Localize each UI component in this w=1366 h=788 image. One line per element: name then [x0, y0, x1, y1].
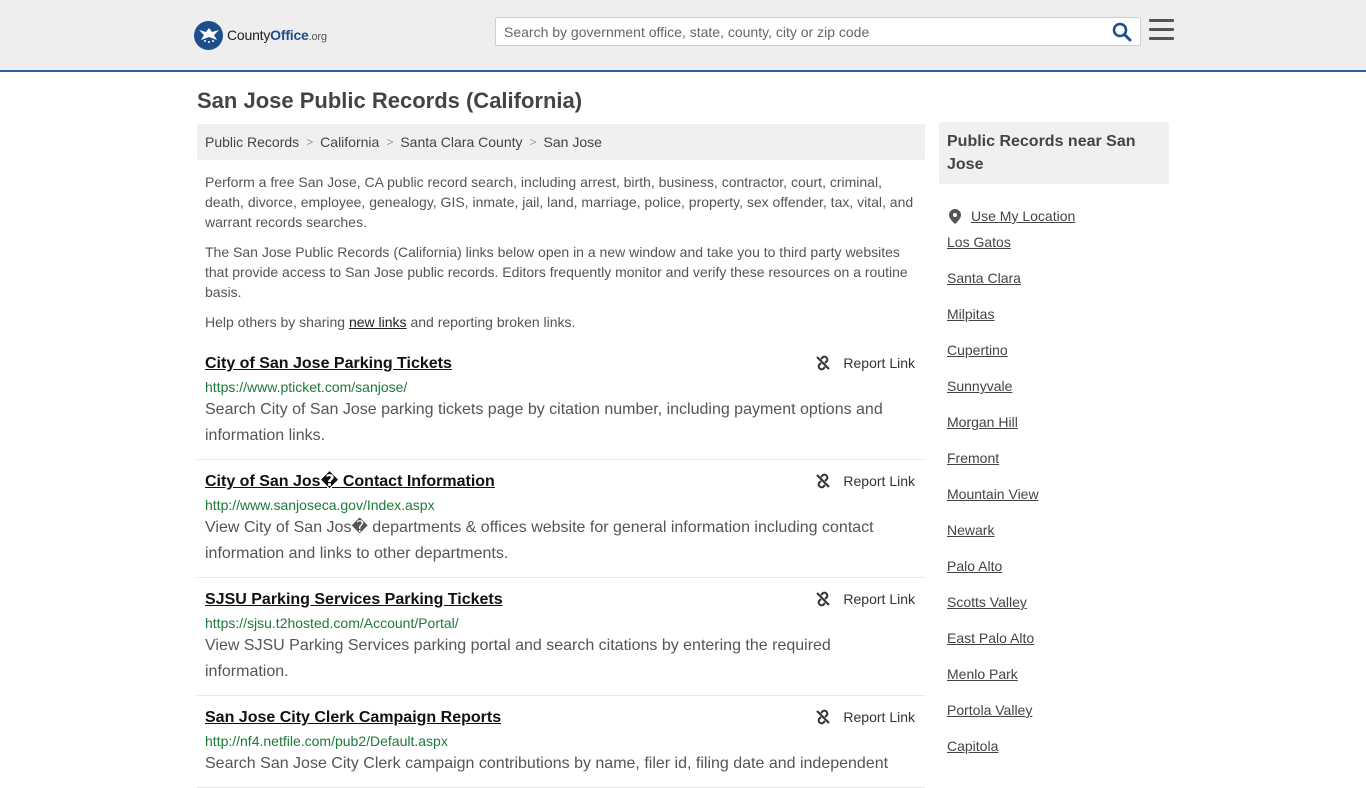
list-item: Sunnyvale — [947, 378, 1169, 414]
search-box — [495, 17, 1141, 46]
list-item: Cupertino — [947, 342, 1169, 378]
result-item: SJSU Parking Services Parking Tickets Re… — [197, 578, 925, 696]
result-description: View City of San Jos� departments & offi… — [205, 519, 874, 562]
report-link-button[interactable]: Report Link — [815, 709, 915, 725]
nearby-place-link[interactable]: Sunnyvale — [947, 378, 1012, 394]
result-title-link[interactable]: SJSU Parking Services Parking Tickets — [205, 590, 503, 610]
nearby-place-link[interactable]: Cupertino — [947, 342, 1008, 358]
result-url[interactable]: http://nf4.netfile.com/pub2/Default.aspx — [205, 733, 917, 749]
list-item: Mountain View — [947, 486, 1169, 522]
intro-text: Perform a free San Jose, CA public recor… — [197, 160, 925, 332]
nearby-place-link[interactable]: Scotts Valley — [947, 594, 1027, 610]
broken-link-icon — [816, 709, 831, 725]
list-item: Newark — [947, 522, 1169, 558]
list-item: Milpitas — [947, 306, 1169, 342]
list-item: Los Gatos — [947, 234, 1169, 270]
report-link-button[interactable]: Report Link — [815, 355, 915, 371]
result-item: San Jose City Clerk Campaign Reports Rep… — [197, 696, 925, 788]
list-item: Menlo Park — [947, 666, 1169, 702]
main-content: Public Records > California > Santa Clar… — [197, 124, 925, 788]
breadcrumb-separator: > — [386, 135, 394, 149]
use-my-location-item: Use My Location — [947, 198, 1169, 234]
search-icon[interactable] — [1112, 22, 1134, 42]
nearby-place-link[interactable]: Palo Alto — [947, 558, 1002, 574]
result-item: City of San Jose Parking Tickets Report … — [197, 342, 925, 460]
nearby-place-link[interactable]: Capitola — [947, 738, 998, 754]
new-links-link[interactable]: new links — [349, 314, 407, 330]
breadcrumb-california[interactable]: California — [320, 134, 379, 150]
sidebar: Public Records near San Jose Use My Loca… — [939, 122, 1169, 774]
nearby-place-link[interactable]: Mountain View — [947, 486, 1039, 502]
list-item: Santa Clara — [947, 270, 1169, 306]
hamburger-menu-icon[interactable] — [1149, 19, 1175, 43]
intro-paragraph-2: The San Jose Public Records (California)… — [205, 244, 908, 300]
nearby-place-link[interactable]: Morgan Hill — [947, 414, 1018, 430]
search-input[interactable] — [496, 18, 1106, 45]
result-title-link[interactable]: San Jose City Clerk Campaign Reports — [205, 708, 501, 728]
report-link-button[interactable]: Report Link — [815, 591, 915, 607]
nearby-place-link[interactable]: Santa Clara — [947, 270, 1021, 286]
list-item: East Palo Alto — [947, 630, 1169, 666]
top-bar: CountyOffice.org — [0, 0, 1366, 72]
result-url[interactable]: http://www.sanjoseca.gov/Index.aspx — [205, 497, 917, 513]
result-url[interactable]: https://sjsu.t2hosted.com/Account/Portal… — [205, 615, 917, 631]
logo-text: CountyOffice.org — [227, 27, 327, 43]
list-item: Scotts Valley — [947, 594, 1169, 630]
nearby-place-link[interactable]: Milpitas — [947, 306, 994, 322]
result-item: City of San Jos� Contact Information Rep… — [197, 460, 925, 578]
nearby-place-link[interactable]: Portola Valley — [947, 702, 1032, 718]
list-item: Morgan Hill — [947, 414, 1169, 450]
breadcrumb-san-jose[interactable]: San Jose — [544, 134, 602, 150]
nearby-place-link[interactable]: Fremont — [947, 450, 999, 466]
breadcrumb-separator: > — [306, 135, 314, 149]
nearby-place-link[interactable]: East Palo Alto — [947, 630, 1034, 646]
list-item: Fremont — [947, 450, 1169, 486]
map-pin-icon — [949, 208, 961, 224]
list-item: Portola Valley — [947, 702, 1169, 738]
page-title: San Jose Public Records (California) — [197, 88, 583, 113]
countyoffice-logo[interactable]: CountyOffice.org — [194, 20, 327, 50]
list-item: Palo Alto — [947, 558, 1169, 594]
broken-link-icon — [816, 355, 831, 371]
result-description: View SJSU Parking Services parking porta… — [205, 637, 831, 680]
nearby-place-link[interactable]: Newark — [947, 522, 994, 538]
intro-paragraph-3: Help others by sharing new links and rep… — [205, 314, 576, 330]
list-item: Capitola — [947, 738, 1169, 774]
result-title-link[interactable]: City of San Jose Parking Tickets — [205, 354, 452, 374]
result-url[interactable]: https://www.pticket.com/sanjose/ — [205, 379, 917, 395]
broken-link-icon — [816, 591, 831, 607]
intro-paragraph-1: Perform a free San Jose, CA public recor… — [205, 174, 914, 230]
breadcrumb-separator: > — [529, 135, 537, 149]
use-my-location-link[interactable]: Use My Location — [971, 208, 1075, 224]
broken-link-icon — [816, 473, 831, 489]
nearby-place-link[interactable]: Los Gatos — [947, 234, 1011, 250]
result-description: Search San Jose City Clerk campaign cont… — [205, 755, 889, 772]
nearby-places-list: Use My Location Los Gatos Santa Clara Mi… — [939, 198, 1169, 774]
result-description: Search City of San Jose parking tickets … — [205, 401, 883, 444]
breadcrumb-public-records[interactable]: Public Records — [205, 134, 299, 150]
report-link-button[interactable]: Report Link — [815, 473, 915, 489]
breadcrumb-santa-clara-county[interactable]: Santa Clara County — [400, 134, 522, 150]
nearby-place-link[interactable]: Menlo Park — [947, 666, 1018, 682]
sidebar-title: Public Records near San Jose — [939, 122, 1169, 184]
eagle-logo-icon — [194, 20, 223, 50]
result-title-link[interactable]: City of San Jos� Contact Information — [205, 472, 495, 492]
breadcrumb: Public Records > California > Santa Clar… — [197, 124, 925, 160]
